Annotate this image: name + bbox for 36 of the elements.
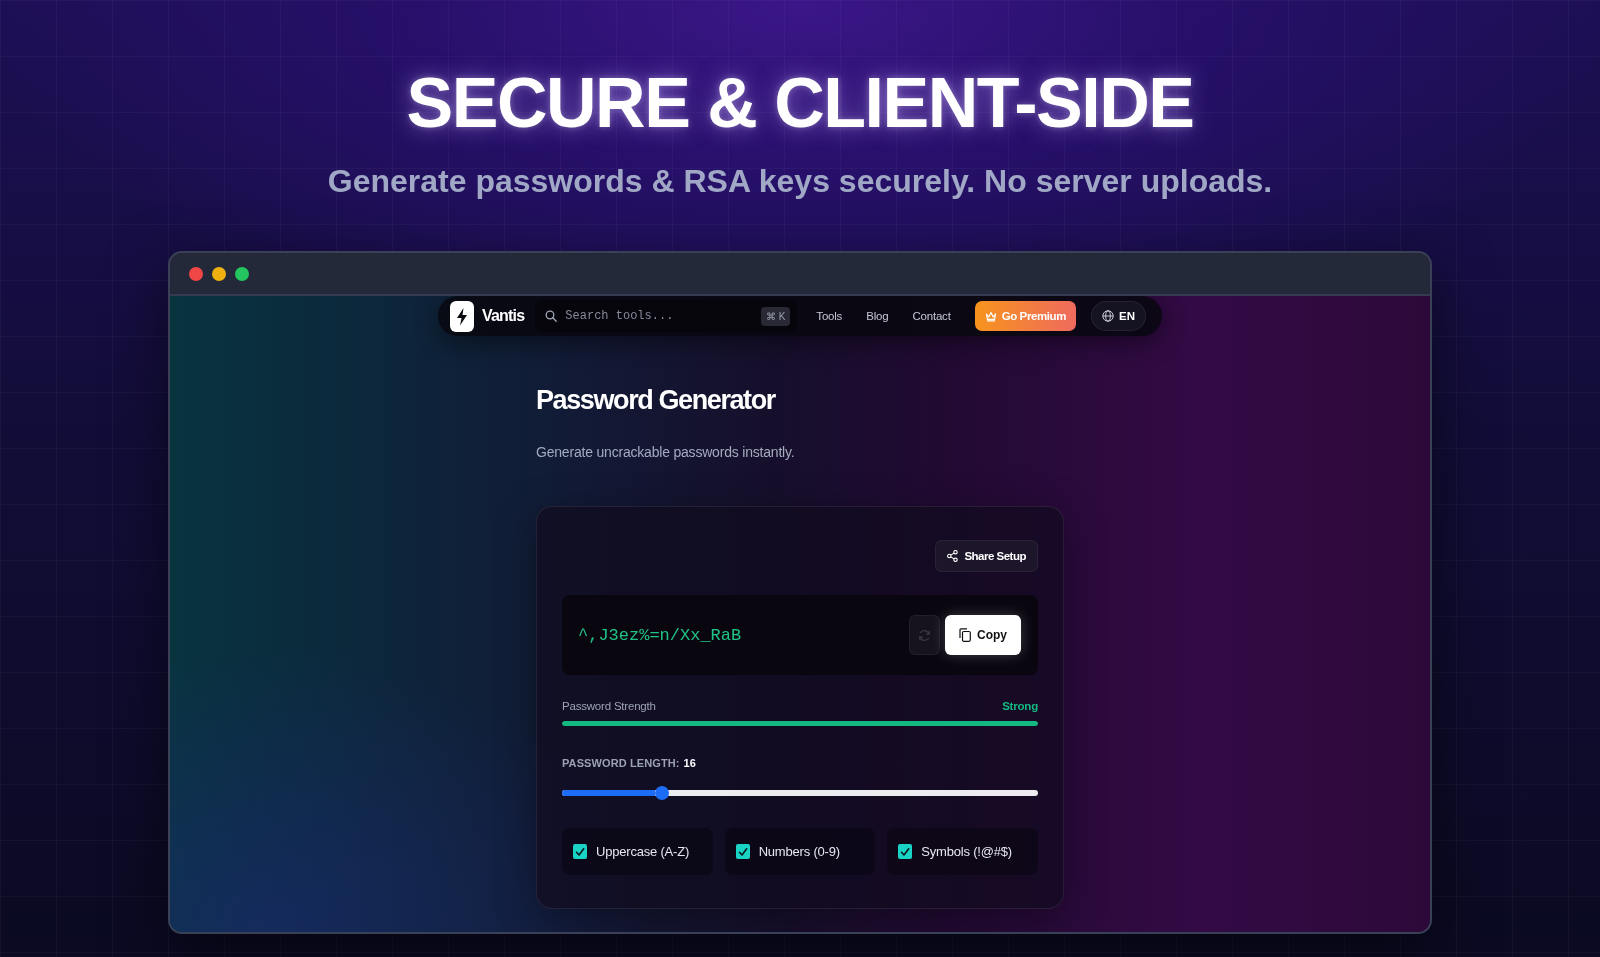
checkbox[interactable]: [573, 844, 587, 860]
nav-link[interactable]: Tools: [816, 310, 843, 323]
page-subtitle: Generate uncrackable passwords instantly.: [536, 442, 796, 462]
option-label: Symbols (!@#$): [921, 844, 1012, 860]
slider-thumb[interactable]: [654, 786, 669, 801]
search-icon: [545, 310, 558, 323]
length-value: 16: [683, 756, 696, 772]
nav-link[interactable]: Contact: [912, 310, 951, 323]
crown-icon: [984, 310, 997, 322]
globe-icon: [1102, 310, 1115, 323]
generated-password: ^,J3ez%=n/Xx_RaB: [578, 625, 743, 645]
hero-headline: SECURE & CLIENT-SIDE: [406, 68, 1194, 138]
search-field[interactable]: Search tools... ⌘ K: [535, 300, 798, 333]
refresh-icon: [918, 628, 931, 642]
lightning-bolt-icon[interactable]: [450, 300, 474, 332]
strength-label: Password Strength: [562, 699, 656, 715]
minimize-button[interactable]: [212, 266, 226, 281]
brand-name[interactable]: Vantis: [482, 307, 525, 326]
keyboard-shortcut: ⌘ K: [760, 306, 791, 326]
length-label: PASSWORD LENGTH:: [562, 756, 680, 772]
checkbox[interactable]: [735, 844, 750, 860]
close-button[interactable]: [189, 266, 203, 281]
checkbox[interactable]: [898, 844, 913, 860]
strength-rating: Strong: [1002, 699, 1038, 715]
maximize-button[interactable]: [235, 266, 249, 281]
language-button[interactable]: EN: [1091, 301, 1146, 332]
nav-link[interactable]: Blog: [866, 310, 889, 323]
copy-button[interactable]: Copy: [945, 615, 1021, 656]
share-button[interactable]: Share Setup: [935, 540, 1038, 573]
option-label: Uppercase (A-Z): [596, 844, 690, 860]
copy-icon: [959, 628, 971, 643]
search-input[interactable]: Search tools...: [565, 309, 753, 324]
page-title: Password Generator: [536, 384, 777, 418]
share-icon: [947, 550, 959, 563]
hero-subtitle: Generate passwords & RSA keys securely. No server uploads.: [327, 162, 1273, 201]
option-label: Numbers (0-9): [758, 844, 840, 860]
